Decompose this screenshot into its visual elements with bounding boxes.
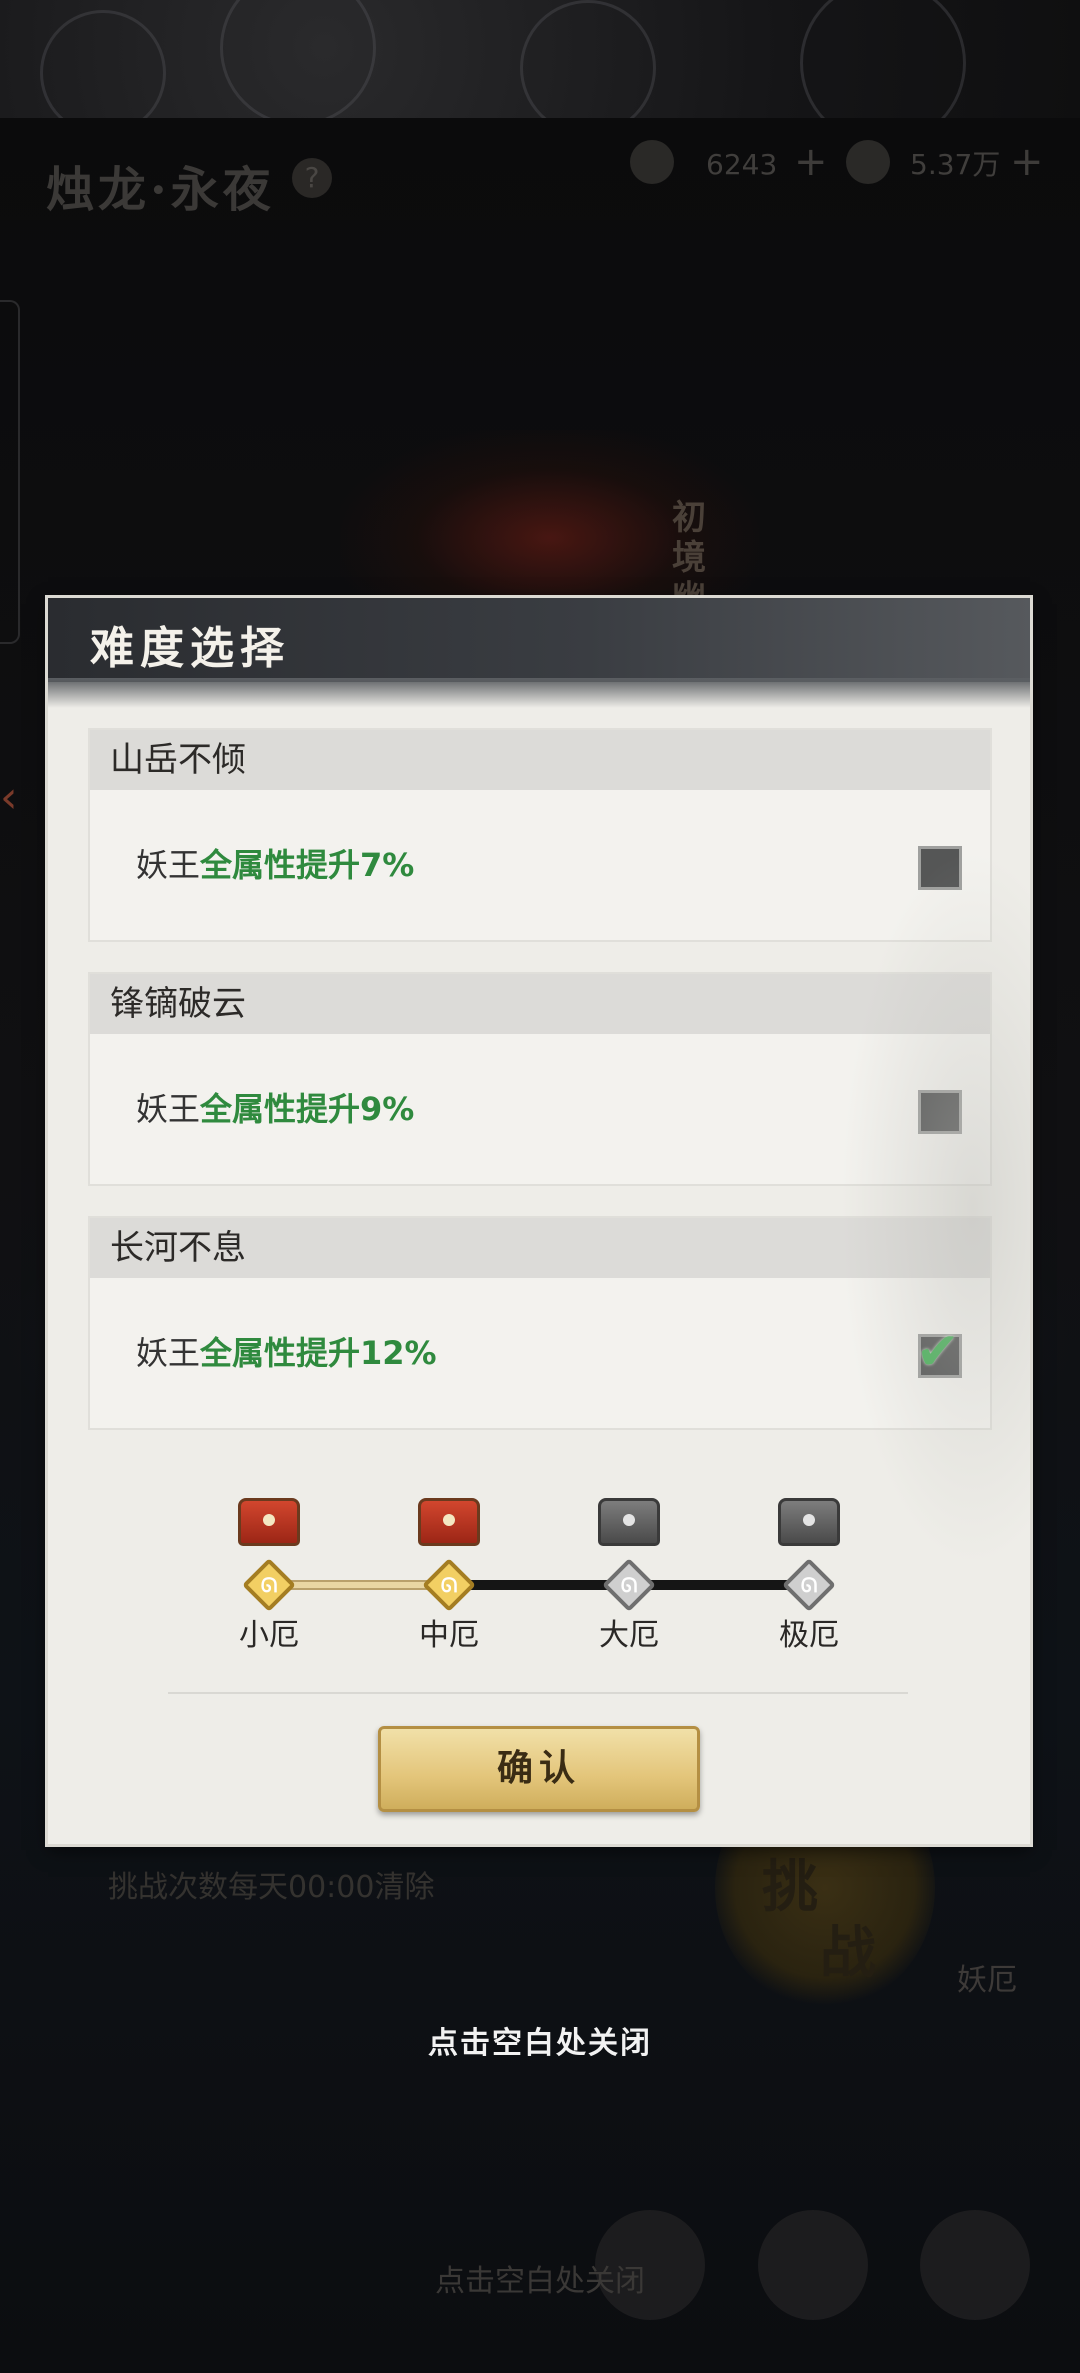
leaf-count: 5.37万 <box>910 148 1001 181</box>
option-title: 长河不息 <box>90 1218 990 1278</box>
level-node-icon-2: ᘏ <box>422 1558 476 1612</box>
dialog-header: 难度选择 <box>48 598 1030 708</box>
option-desc-prefix: 妖王 <box>136 846 201 884</box>
option-desc-highlight: 全属性提升12% <box>200 1334 437 1372</box>
level-node-icon-4: ᘏ <box>782 1558 836 1612</box>
option-title: 锋镝破云 <box>90 974 990 1034</box>
confirm-button[interactable]: 确认 <box>378 1726 700 1812</box>
leaf-icon <box>846 140 890 184</box>
option-desc-highlight: 全属性提升9% <box>200 1090 415 1128</box>
background-close-hint: 点击空白处关闭 <box>435 2264 645 2299</box>
option-title: 山岳不倾 <box>90 730 990 790</box>
difficulty-dialog: 难度选择 山岳不倾 妖王全属性提升7% 锋镝破云 妖王全属性提升9% 长河不息 … <box>48 598 1030 1844</box>
reward-chest-icon-4[interactable] <box>778 1498 840 1546</box>
option-desc-prefix: 妖王 <box>136 1090 201 1128</box>
stage-title: 烛龙·永夜 <box>46 162 275 218</box>
challenge-reset-notice: 挑战次数每天00:00清除 <box>108 1870 435 1905</box>
level-node-icon-1: ᘏ <box>242 1558 296 1612</box>
challenge-label-2: 战 <box>820 1920 876 1986</box>
reward-chest-icon-3[interactable] <box>598 1498 660 1546</box>
dialog-title: 难度选择 <box>90 623 290 674</box>
help-icon[interactable]: ? <box>292 158 332 198</box>
checkmark-icon: ✔ <box>916 1322 960 1382</box>
option-description: 妖王全属性提升7% <box>136 845 414 885</box>
reward-chest-icon-2[interactable] <box>418 1498 480 1546</box>
chevron-left-icon[interactable]: ‹ <box>0 776 30 820</box>
option-desc-highlight: 全属性提升7% <box>200 846 415 884</box>
side-panel-tab[interactable] <box>0 300 20 644</box>
difficulty-option-3[interactable]: 长河不息 妖王全属性提升12% ✔ <box>88 1216 992 1430</box>
level-node-icon-3: ᘏ <box>602 1558 656 1612</box>
top-decor-strip <box>0 0 1080 146</box>
option-description: 妖王全属性提升9% <box>136 1089 414 1129</box>
option-checkbox[interactable] <box>918 846 962 890</box>
option-description: 妖王全属性提升12% <box>136 1333 437 1373</box>
level-label-2: 中厄 <box>419 1618 479 1653</box>
add-leaf-button[interactable]: + <box>1010 140 1044 184</box>
reward-chest-icon-1[interactable] <box>238 1498 300 1546</box>
add-jade-button[interactable]: + <box>794 140 828 184</box>
yao-label: 妖厄 <box>957 1963 1017 1998</box>
difficulty-option-2[interactable]: 锋镝破云 妖王全属性提升9% <box>88 972 992 1186</box>
close-hint[interactable]: 点击空白处关闭 <box>0 2018 1080 2062</box>
dialog-divider <box>168 1692 908 1694</box>
level-label-4: 极厄 <box>779 1618 839 1653</box>
level-label-1: 小厄 <box>239 1618 299 1653</box>
jade-icon <box>630 140 674 184</box>
jade-count: 6243 <box>706 148 778 181</box>
option-checkbox[interactable] <box>918 1090 962 1134</box>
challenge-label-1: 挑 <box>762 1854 818 1920</box>
level-label-3: 大厄 <box>599 1618 659 1653</box>
difficulty-option-1[interactable]: 山岳不倾 妖王全属性提升7% <box>88 728 992 942</box>
option-desc-prefix: 妖王 <box>136 1334 201 1372</box>
